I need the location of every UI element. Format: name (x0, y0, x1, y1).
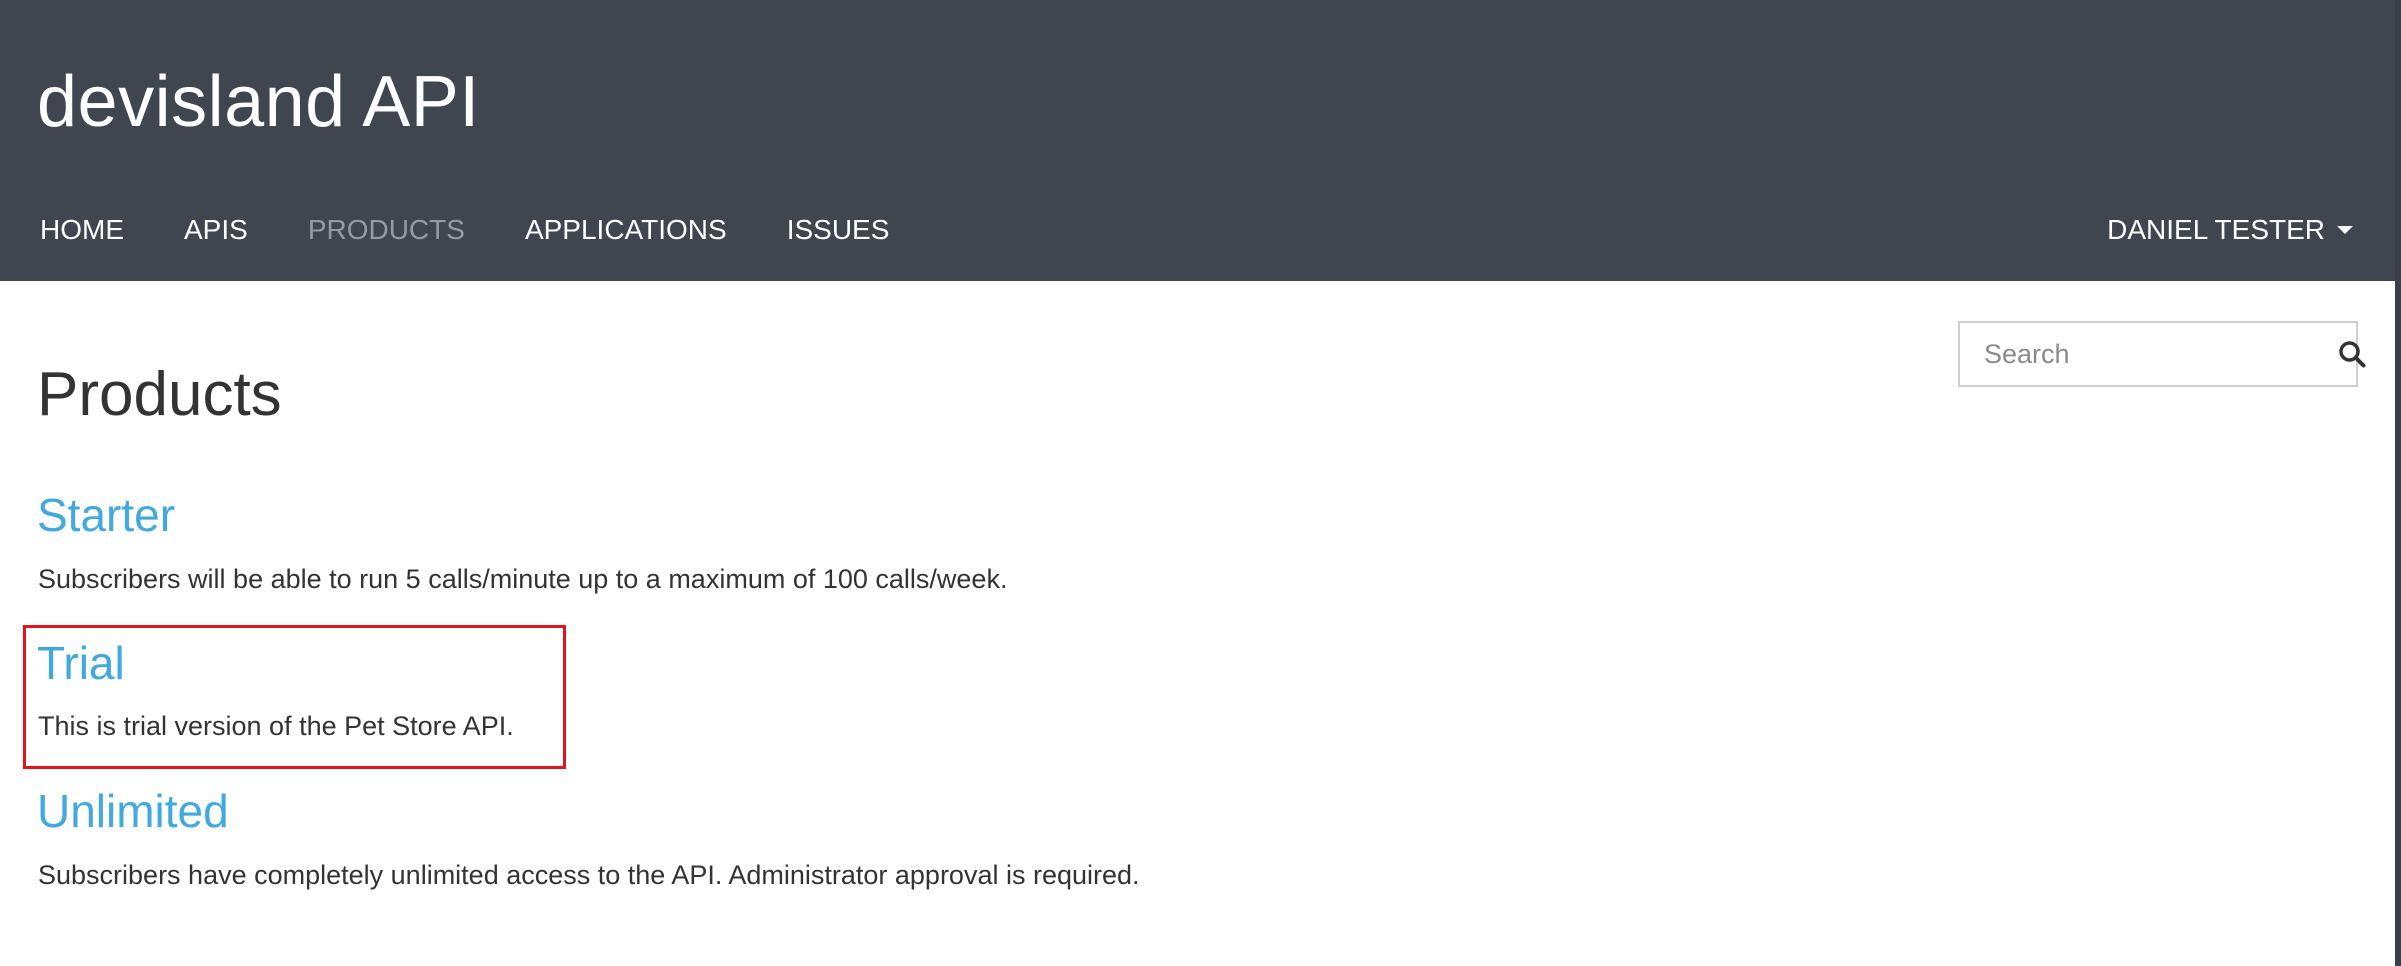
site-header: devisland API HOME APIS PRODUCTS APPLICA… (0, 0, 2397, 281)
product-link-starter[interactable]: Starter (37, 485, 175, 545)
caret-down-icon (2337, 226, 2353, 234)
window-edge (2395, 0, 2401, 966)
nav-item-home[interactable]: HOME (40, 208, 124, 252)
search-icon (2339, 341, 2366, 368)
site-title[interactable]: devisland API (37, 56, 480, 148)
nav-item-applications[interactable]: APPLICATIONS (525, 208, 727, 252)
product-link-unlimited[interactable]: Unlimited (37, 781, 229, 841)
page-title: Products (37, 360, 282, 429)
page: devisland API HOME APIS PRODUCTS APPLICA… (0, 0, 2401, 966)
user-menu-dropdown[interactable]: DANIEL TESTER (2107, 208, 2353, 252)
nav-item-apis[interactable]: APIS (184, 208, 248, 252)
search-input[interactable] (1960, 323, 2338, 385)
nav-item-products[interactable]: PRODUCTS (308, 208, 465, 252)
search-button[interactable] (2338, 323, 2366, 385)
search-box (1958, 321, 2366, 387)
main-nav: HOME APIS PRODUCTS APPLICATIONS ISSUES (40, 208, 949, 252)
nav-item-issues[interactable]: ISSUES (787, 208, 890, 252)
highlight-annotation-box (23, 625, 566, 769)
product-description-unlimited: Subscribers have completely unlimited ac… (38, 860, 1140, 890)
product-description-starter: Subscribers will be able to run 5 calls/… (38, 564, 1008, 594)
user-name: DANIEL TESTER (2107, 214, 2325, 245)
